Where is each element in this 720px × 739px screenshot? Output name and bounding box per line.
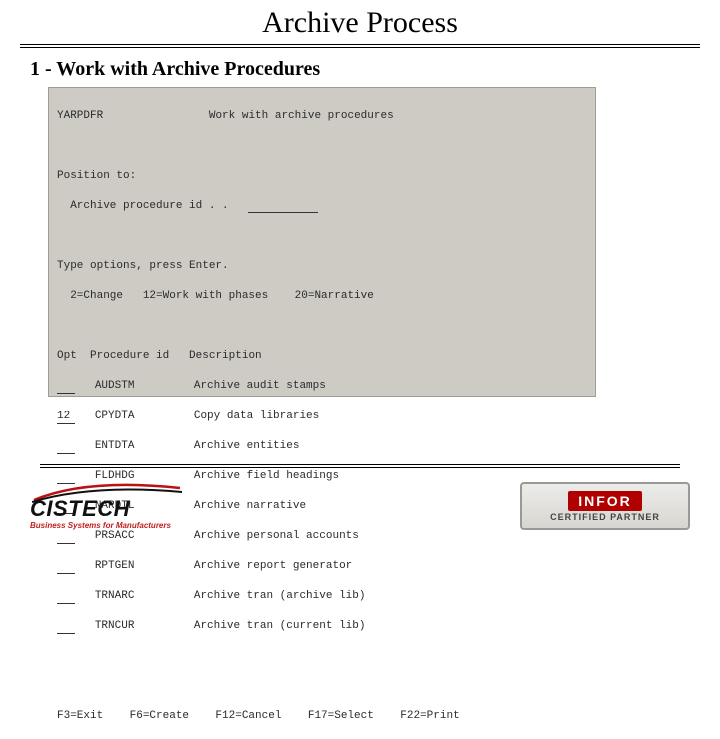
options-legend: 2=Change 12=Work with phases 20=Narrativ… — [57, 290, 374, 302]
opt-input[interactable] — [57, 621, 75, 634]
footer-logos: CISTECH Business Systems for Manufacture… — [0, 475, 720, 530]
col-opt: Opt — [57, 350, 77, 362]
infor-cert: CERTIFIED PARTNER — [550, 512, 660, 522]
cistech-tagline: Business Systems for Manufacturers — [30, 521, 171, 530]
proc-id: AUDSTM — [95, 380, 135, 392]
footer-rule-bottom — [40, 467, 680, 468]
opt-input[interactable] — [57, 591, 75, 604]
proc-desc: Archive entities — [194, 440, 300, 452]
proc-desc: Copy data libraries — [194, 410, 319, 422]
position-to-label: Position to: — [57, 170, 136, 182]
opt-input[interactable] — [57, 441, 75, 454]
proc-id: ENTDTA — [95, 440, 135, 452]
col-procedure-id: Procedure id — [90, 350, 169, 362]
opt-input[interactable] — [57, 411, 75, 424]
function-keys: F3=Exit F6=Create F12=Cancel F17=Select … — [57, 710, 460, 722]
col-description: Description — [189, 350, 262, 362]
proc-id: RPTGEN — [95, 560, 135, 572]
infor-name: INFOR — [568, 491, 642, 511]
cistech-name: CISTECH — [30, 496, 130, 522]
proc-id: PRSACC — [95, 530, 135, 542]
proc-id: CPYDTA — [95, 410, 135, 422]
position-field-label: Archive procedure id . . — [70, 200, 228, 212]
screen-title: Work with archive procedures — [209, 110, 394, 122]
proc-desc: Archive tran (current lib) — [194, 620, 366, 632]
proc-id: TRNCUR — [95, 620, 135, 632]
proc-desc: Archive audit stamps — [194, 380, 326, 392]
proc-desc: Archive personal accounts — [194, 530, 359, 542]
slide-subtitle: 1 - Work with Archive Procedures — [30, 58, 720, 81]
program-id: YARPDFR — [57, 110, 103, 122]
proc-id: TRNARC — [95, 590, 135, 602]
opt-input[interactable] — [57, 531, 75, 544]
cistech-logo: CISTECH Business Systems for Manufacture… — [30, 480, 200, 530]
type-options-label: Type options, press Enter. — [57, 260, 229, 272]
terminal-screen: YARPDFR Work with archive procedures Pos… — [48, 87, 596, 397]
infor-logo: INFOR CERTIFIED PARTNER — [520, 482, 690, 530]
opt-input[interactable] — [57, 561, 75, 574]
position-to-input[interactable] — [248, 200, 318, 213]
proc-desc: Archive report generator — [194, 560, 352, 572]
slide-title: Archive Process — [0, 0, 720, 44]
title-rule-top — [20, 44, 700, 45]
footer-rule-top — [40, 464, 680, 465]
proc-desc: Archive tran (archive lib) — [194, 590, 366, 602]
title-rule-bottom — [20, 47, 700, 48]
opt-input[interactable] — [57, 381, 75, 394]
